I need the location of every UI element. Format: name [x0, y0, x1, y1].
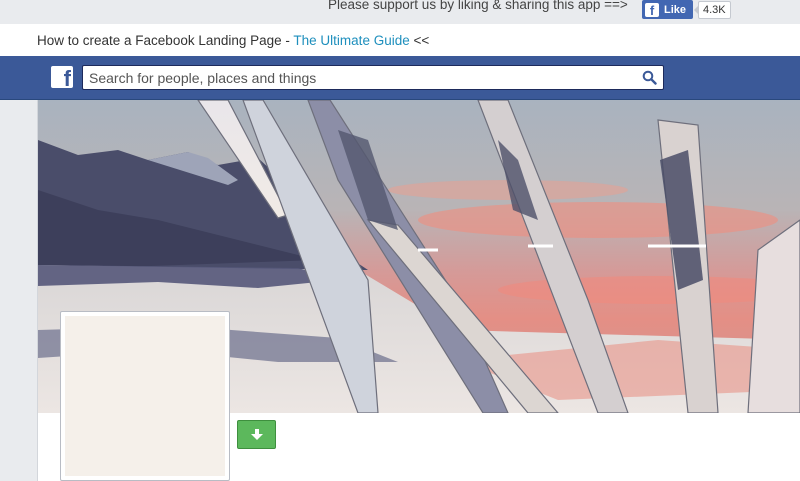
- profile-picture-image: [65, 316, 225, 476]
- howto-prefix: How to create a Facebook Landing Page -: [37, 33, 294, 48]
- ultimate-guide-link[interactable]: The Ultimate Guide: [293, 33, 409, 48]
- support-strip: Please support us by liking & sharing th…: [0, 0, 800, 24]
- support-message: Please support us by liking & sharing th…: [328, 0, 628, 12]
- like-count: 4.3K: [694, 1, 731, 19]
- left-column: [0, 100, 38, 481]
- search-icon[interactable]: [642, 70, 657, 85]
- howto-bar: How to create a Facebook Landing Page - …: [0, 24, 800, 56]
- like-button[interactable]: f Like: [642, 0, 693, 19]
- facebook-header: f: [0, 56, 800, 100]
- facebook-logo-icon[interactable]: f: [51, 66, 73, 88]
- download-arrow-icon: [251, 429, 263, 440]
- howto-text: How to create a Facebook Landing Page - …: [37, 33, 429, 48]
- search-box[interactable]: [82, 65, 664, 90]
- search-input[interactable]: [89, 66, 629, 89]
- facebook-mini-icon: f: [645, 2, 659, 18]
- howto-suffix: <<: [409, 33, 430, 48]
- profile-picture[interactable]: [60, 311, 230, 481]
- like-label: Like: [664, 3, 687, 16]
- download-button[interactable]: [237, 420, 276, 449]
